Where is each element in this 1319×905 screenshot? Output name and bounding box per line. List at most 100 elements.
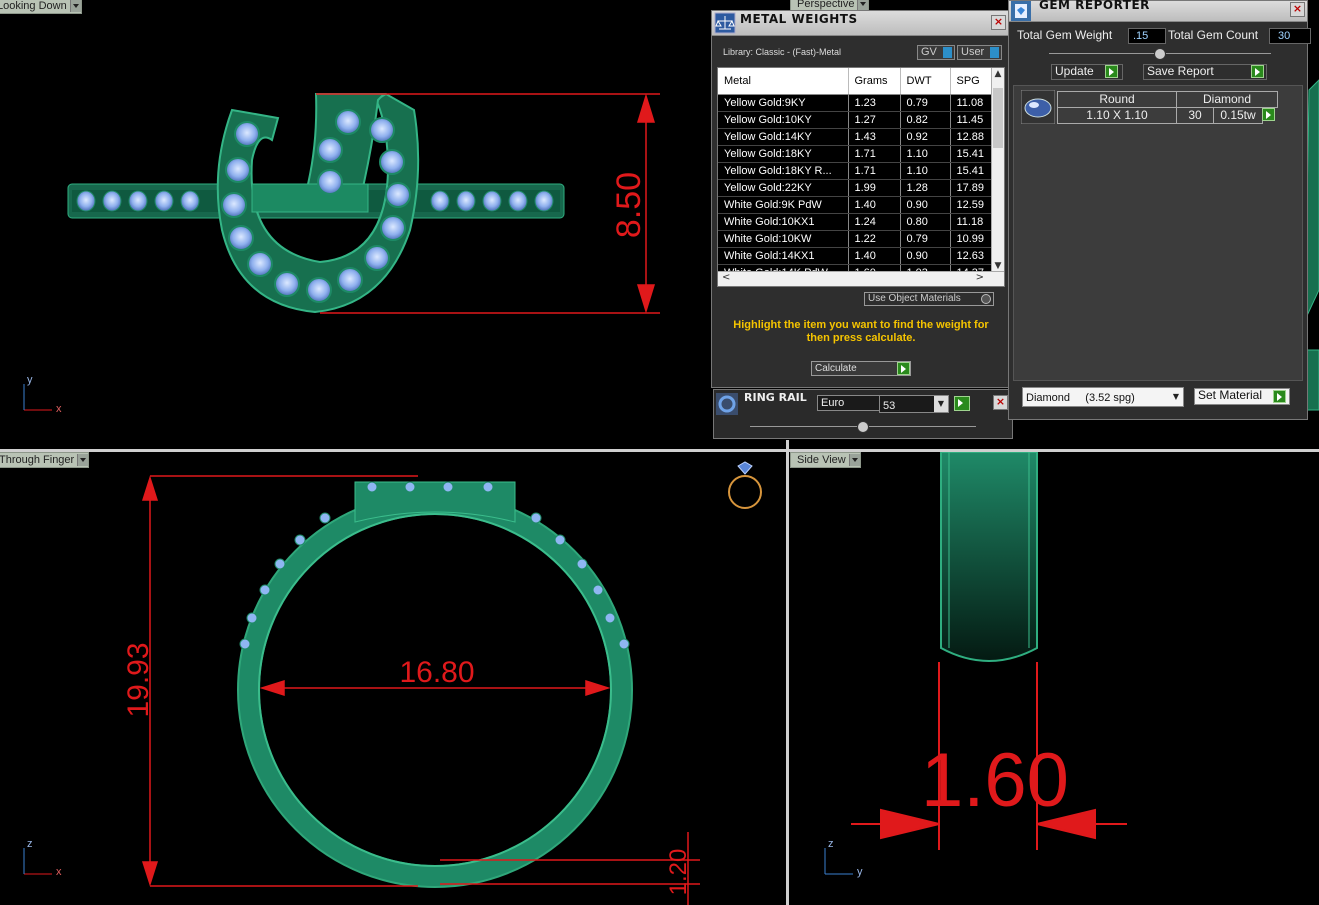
cell-grams: 1.71 — [848, 145, 901, 163]
close-icon[interactable]: × — [991, 15, 1006, 30]
table-row[interactable]: White Gold:10KX1 1.24 0.80 11.18 — [718, 213, 995, 231]
update-label: Update — [1055, 64, 1094, 78]
set-material-label: Set Material — [1198, 388, 1263, 402]
gem-header-round: Round — [1057, 91, 1177, 108]
gem-row[interactable]: Round Diamond 1.10 X 1.10 30 0.15tw — [1021, 90, 1278, 124]
ring-rail-title: RING RAIL — [744, 391, 807, 404]
use-object-materials-checkbox[interactable]: Use Object Materials — [864, 292, 994, 306]
gem-list-area[interactable]: Round Diamond 1.10 X 1.10 30 0.15tw — [1013, 85, 1303, 381]
cell-dwt: 0.80 — [900, 213, 951, 231]
axis-x-label: x — [56, 403, 62, 415]
viewport-side-label[interactable]: Side View — [790, 452, 861, 468]
user-toggle[interactable]: User — [957, 45, 1002, 60]
cell-metal: Yellow Gold:22KY — [718, 179, 849, 197]
scroll-right-icon[interactable]: > — [976, 272, 984, 283]
gv-label: GV — [921, 46, 937, 58]
cell-metal: Yellow Gold:14KY — [718, 128, 849, 146]
viewport-front[interactable]: 19.93 16.80 1.20 z x Through Finger — [0, 452, 786, 905]
ring-rail-go-icon[interactable] — [954, 396, 970, 411]
col-header-grams[interactable]: Grams — [848, 68, 901, 95]
col-header-metal[interactable]: Metal — [718, 68, 849, 95]
cell-grams: 1.27 — [848, 111, 901, 129]
update-go-icon[interactable] — [1105, 65, 1118, 78]
col-header-dwt[interactable]: DWT — [900, 68, 951, 95]
col-header-spg[interactable]: SPG — [950, 68, 995, 95]
save-report-label: Save Report — [1147, 64, 1214, 78]
metal-table-header: Metal Grams DWT SPG — [718, 68, 995, 95]
table-row[interactable]: White Gold:10KW 1.22 0.79 10.99 — [718, 230, 995, 248]
cell-grams: 1.23 — [848, 94, 901, 112]
ring-size-select[interactable]: 53 ▼ — [879, 395, 949, 413]
chevron-down-icon[interactable] — [77, 454, 89, 466]
calculate-button[interactable]: Calculate — [811, 361, 911, 376]
ring-rail-panel[interactable]: RING RAIL Euro 53 ▼ × — [713, 389, 1013, 439]
cell-spg: 11.45 — [950, 111, 995, 129]
axis-y-label: y — [857, 866, 863, 878]
cell-metal: White Gold:9K PdW — [718, 196, 849, 214]
viewport-divider-h[interactable] — [0, 449, 1319, 452]
viewport-top-label[interactable]: Looking Down — [0, 0, 82, 14]
total-gem-weight-value[interactable]: .15 — [1128, 28, 1166, 44]
calculate-go-icon[interactable] — [897, 362, 910, 375]
table-row[interactable]: Yellow Gold:14KY 1.43 0.92 12.88 — [718, 128, 995, 146]
viewport-perspective-name: Perspective — [797, 0, 855, 10]
table-row[interactable]: Yellow Gold:9KY 1.23 0.79 11.08 — [718, 94, 995, 112]
cell-dwt: 1.28 — [900, 179, 951, 197]
gem-header-diamond: Diamond — [1176, 91, 1278, 108]
metal-weights-titlebar[interactable]: METAL WEIGHTS × — [712, 11, 1008, 36]
gem-reporter-icon — [1011, 1, 1031, 21]
table-row[interactable]: Yellow Gold:22KY 1.99 1.28 17.89 — [718, 179, 995, 197]
metal-table-container[interactable]: Metal Grams DWT SPG Yellow Gold:9KY 1.23 0… — [717, 67, 1005, 287]
use-object-materials-label: Use Object Materials — [868, 293, 961, 304]
cell-dwt: 0.90 — [900, 196, 951, 214]
viewport-divider-v[interactable] — [786, 440, 789, 905]
side-view-drawing: 1.60 — [824, 452, 1127, 875]
metal-table[interactable]: Metal Grams DWT SPG Yellow Gold:9KY 1.23 0… — [718, 68, 995, 282]
cell-grams: 1.40 — [848, 247, 901, 265]
table-row[interactable]: Yellow Gold:18KY 1.71 1.10 15.41 — [718, 145, 995, 163]
table-hscrollbar[interactable]: < > — [718, 271, 1004, 286]
cell-spg: 12.59 — [950, 196, 995, 214]
radio-icon — [981, 294, 991, 304]
chevron-down-icon[interactable]: ▼ — [934, 396, 948, 412]
chevron-down-icon[interactable] — [857, 0, 869, 10]
table-row[interactable]: White Gold:9K PdW 1.40 0.90 12.59 — [718, 196, 995, 214]
material-select[interactable]: Diamond (3.52 spg) ▼ — [1022, 387, 1184, 407]
save-report-button[interactable]: Save Report — [1143, 64, 1267, 80]
table-row[interactable]: Yellow Gold:10KY 1.27 0.82 11.45 — [718, 111, 995, 129]
table-row[interactable]: Yellow Gold:18KY R... 1.71 1.10 15.41 — [718, 162, 995, 180]
gem-reporter-title: GEM REPORTER — [1039, 0, 1150, 12]
table-row[interactable]: White Gold:14KX1 1.40 0.90 12.63 — [718, 247, 995, 265]
chevron-down-icon[interactable] — [848, 454, 860, 466]
viewport-top[interactable]: 8.50 y x Looking Down — [0, 0, 786, 450]
set-material-go-icon[interactable] — [1273, 390, 1286, 403]
viewport-front-name: Through Finger — [0, 454, 75, 466]
dim-thick-label: 1.20 — [665, 849, 692, 896]
chevron-down-icon[interactable]: ▼ — [1169, 388, 1183, 406]
gem-row-go-icon[interactable] — [1262, 108, 1275, 121]
scale-icon — [714, 12, 736, 34]
table-vscrollbar[interactable]: ▲ ▼ — [991, 68, 1004, 272]
total-gem-count-value[interactable]: 30 — [1269, 28, 1311, 44]
metal-weights-panel[interactable]: METAL WEIGHTS × Library: Classic - (Fast… — [711, 10, 1009, 388]
ring-rail-slider-handle[interactable] — [857, 421, 869, 433]
close-icon[interactable]: × — [993, 395, 1008, 410]
cell-dwt: 0.82 — [900, 111, 951, 129]
scroll-left-icon[interactable]: < — [722, 272, 730, 283]
viewport-side[interactable]: 1.60 z y Side View — [789, 452, 1319, 905]
close-icon[interactable]: × — [1290, 2, 1305, 17]
save-report-go-icon[interactable] — [1251, 65, 1264, 78]
viewport-front-label[interactable]: Through Finger — [0, 452, 90, 468]
ring-standard-field[interactable]: Euro — [817, 395, 880, 411]
chevron-down-icon[interactable] — [69, 0, 81, 12]
front-view-drawing: 19.93 16.80 1.20 — [23, 461, 762, 905]
cell-grams: 1.24 — [848, 213, 901, 231]
scroll-up-icon[interactable]: ▲ — [992, 68, 1004, 80]
gem-reporter-panel[interactable]: GEM REPORTER × Total Gem Weight .15 Tota… — [1008, 0, 1311, 420]
scroll-thumb[interactable] — [993, 88, 1003, 148]
gem-slider-handle[interactable] — [1154, 48, 1166, 60]
gem-reporter-titlebar[interactable]: GEM REPORTER × — [1009, 0, 1307, 22]
calculate-label: Calculate — [815, 363, 857, 374]
gv-toggle[interactable]: GV — [917, 45, 955, 60]
cell-grams: 1.43 — [848, 128, 901, 146]
